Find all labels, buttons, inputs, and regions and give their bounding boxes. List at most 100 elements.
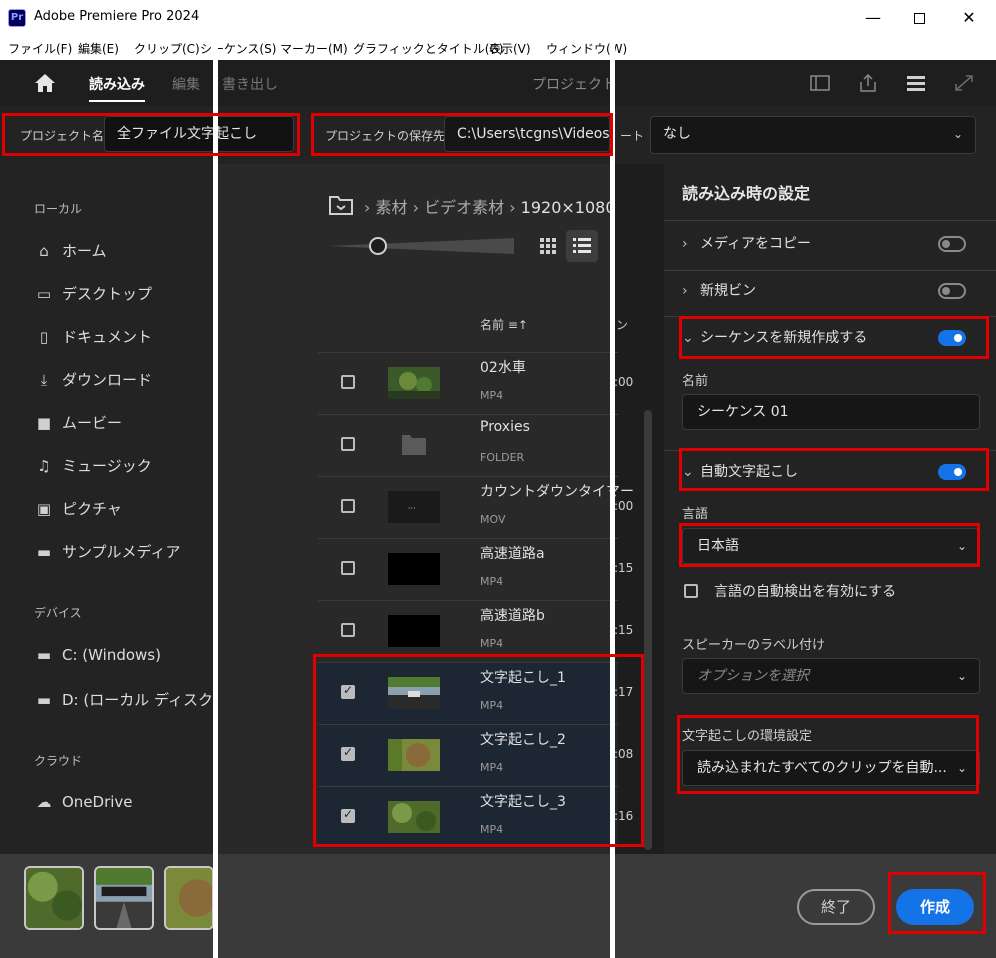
file-checkbox[interactable] bbox=[341, 623, 355, 637]
folder-icon: ▬ bbox=[36, 691, 52, 709]
file-name: 高速道路a bbox=[480, 546, 545, 562]
svg-text:···: ··· bbox=[408, 504, 416, 513]
menu-edit[interactable]: 編集(E) bbox=[78, 40, 119, 57]
new-bin-row[interactable]: › 新規ビン bbox=[682, 280, 982, 304]
file-checkbox-checked[interactable] bbox=[341, 683, 355, 699]
create-button[interactable]: 作成 bbox=[896, 889, 974, 925]
tab-edit[interactable]: 編集 bbox=[172, 74, 200, 94]
selected-clip-thumbnail bbox=[24, 866, 84, 930]
file-row-selected[interactable]: 文字起こし_1 MP4 :17 bbox=[318, 662, 633, 724]
language-dropdown[interactable]: 日本語 ⌄ bbox=[682, 528, 980, 564]
cloud-heading: クラウド bbox=[34, 754, 83, 768]
file-row[interactable]: 02水車 MP4 :00 bbox=[318, 352, 633, 414]
menu-window[interactable]: ウィンドウ(W) bbox=[546, 40, 627, 57]
thumbnail-size-slider[interactable] bbox=[328, 236, 514, 256]
new-sequence-row[interactable]: ⌄ シーケンスを新規作成する bbox=[682, 327, 982, 351]
file-duration: :17 bbox=[614, 685, 634, 699]
sidebar-item-home[interactable]: ⌂ ホーム bbox=[34, 240, 106, 264]
auto-transcribe-row[interactable]: ⌄ 自動文字起こし bbox=[682, 461, 982, 485]
sidebar-item-drive-d[interactable]: ▬ D: (ローカル ディスク) bbox=[34, 689, 219, 713]
sequence-name-label: 名前 bbox=[682, 374, 709, 389]
video-thumbnail bbox=[388, 615, 440, 647]
video-thumbnail bbox=[388, 801, 440, 833]
sidebar-item-sample-media[interactable]: ▬ サンプルメディア bbox=[34, 541, 181, 565]
file-row[interactable]: ··· カウントダウンタイマー MOV :00 bbox=[318, 476, 634, 538]
chevron-down-icon: ⌄ bbox=[956, 539, 967, 553]
chevron-down-icon: ⌄ bbox=[952, 127, 963, 141]
sidebar-item-desktop[interactable]: ▭ デスクトップ bbox=[34, 283, 152, 307]
grid-view-icon[interactable] bbox=[532, 230, 564, 262]
sidebar-item-music[interactable]: ♫ ミュージック bbox=[34, 455, 151, 479]
menu-marker[interactable]: マーカー(M) bbox=[280, 40, 348, 57]
breadcrumb-item-2[interactable]: ビデオ素材 bbox=[424, 198, 504, 217]
breadcrumb-sep-icon: › bbox=[509, 198, 521, 217]
auto-transcribe-toggle[interactable] bbox=[938, 464, 966, 480]
project-name-input[interactable]: 全ファイル文字起こし bbox=[104, 116, 294, 152]
new-bin-toggle[interactable] bbox=[938, 283, 966, 299]
divider bbox=[664, 220, 996, 221]
file-type: MOV bbox=[480, 513, 506, 526]
chevron-right-icon: › bbox=[682, 236, 688, 252]
file-checkbox[interactable] bbox=[341, 561, 355, 575]
panel-icon[interactable] bbox=[810, 74, 830, 92]
transcribe-pref-dropdown[interactable]: 読み込まれたすべてのクリップを自動... ⌄ bbox=[682, 750, 980, 786]
file-checkbox[interactable] bbox=[341, 437, 355, 451]
menu-file[interactable]: ファイル(F) bbox=[8, 40, 72, 57]
sidebar-item-movies[interactable]: ■ ムービー bbox=[34, 412, 122, 436]
video-camera-icon: ■ bbox=[36, 414, 52, 432]
template-dropdown[interactable]: なし ⌄ bbox=[650, 116, 976, 154]
auto-detect-checkbox[interactable] bbox=[684, 584, 698, 598]
menu-view[interactable]: 表示(V) bbox=[489, 40, 531, 57]
speaker-dropdown[interactable]: オプションを選択 ⌄ bbox=[682, 658, 980, 694]
file-row-selected[interactable]: 文字起こし_3 MP4 :16 bbox=[318, 786, 633, 848]
column-header-name[interactable]: 名前 ≡↑ bbox=[480, 316, 528, 333]
exit-button[interactable]: 終了 bbox=[797, 889, 875, 925]
file-duration: :15 bbox=[614, 623, 634, 637]
tab-import[interactable]: 読み込み bbox=[89, 74, 145, 94]
minimize-button[interactable]: — bbox=[850, 0, 896, 36]
home-icon[interactable] bbox=[34, 73, 56, 93]
new-sequence-toggle[interactable] bbox=[938, 330, 966, 346]
file-checkbox-checked[interactable] bbox=[341, 807, 355, 823]
file-checkbox[interactable] bbox=[341, 499, 355, 513]
file-checkbox[interactable] bbox=[341, 375, 355, 389]
file-checkbox-checked[interactable] bbox=[341, 745, 355, 761]
tab-export[interactable]: 書き出し bbox=[222, 74, 278, 94]
copy-media-row[interactable]: › メディアをコピー bbox=[682, 233, 982, 257]
copy-media-toggle[interactable] bbox=[938, 236, 966, 252]
file-duration: :15 bbox=[614, 561, 634, 575]
sidebar-item-drive-c[interactable]: ▬ C: (Windows) bbox=[34, 646, 161, 670]
folder-open-icon[interactable] bbox=[328, 194, 354, 216]
home-icon: ⌂ bbox=[39, 242, 49, 260]
file-row-selected[interactable]: 文字起こし_2 MP4 :08 bbox=[318, 724, 633, 786]
share-icon[interactable] bbox=[858, 74, 878, 92]
list-view-icon[interactable] bbox=[566, 230, 598, 262]
location-sidebar: ローカル ⌂ ホーム ▭ デスクトップ ▯ ドキュメント ⤓ ダウンロード ■ ムービー … bbox=[0, 164, 219, 854]
expand-icon[interactable] bbox=[954, 74, 974, 92]
file-row[interactable]: Proxies FOLDER bbox=[318, 414, 618, 476]
settings-sliders-icon[interactable] bbox=[906, 74, 926, 92]
sidebar-item-pictures[interactable]: ▣ ピクチャ bbox=[34, 498, 122, 522]
file-list-scrollbar[interactable] bbox=[644, 410, 652, 850]
menu-sequence[interactable]: シーケンス(S) bbox=[200, 40, 276, 57]
workspace-header: 読み込み 編集 書き出し プロジェクト bbox=[0, 60, 996, 106]
sequence-name-input[interactable]: シーケンス 01 bbox=[682, 394, 980, 430]
column-header-partial[interactable]: ン bbox=[616, 316, 628, 333]
file-row[interactable]: 高速道路a MP4 :15 bbox=[318, 538, 633, 600]
maximize-button[interactable] bbox=[896, 0, 942, 36]
breadcrumb-item-3[interactable]: 1920×1080 bbox=[521, 198, 616, 217]
breadcrumb-item-1[interactable]: 素材 bbox=[375, 198, 407, 217]
file-duration: :08 bbox=[614, 747, 634, 761]
settings-title: 読み込み時の設定 bbox=[682, 184, 811, 203]
close-button[interactable]: ✕ bbox=[946, 0, 992, 36]
sidebar-item-onedrive[interactable]: ☁ OneDrive bbox=[34, 793, 133, 817]
video-thumbnail bbox=[388, 739, 440, 771]
sidebar-item-downloads[interactable]: ⤓ ダウンロード bbox=[34, 369, 152, 393]
chevron-down-icon: ⌄ bbox=[956, 761, 967, 775]
sidebar-item-documents[interactable]: ▯ ドキュメント bbox=[34, 326, 152, 350]
menu-graphics[interactable]: グラフィックとタイトル(G) bbox=[353, 40, 503, 57]
file-row[interactable]: 高速道路b MP4 :15 bbox=[318, 600, 633, 662]
menu-clip[interactable]: クリップ(C) bbox=[134, 40, 200, 57]
menu-bar: ファイル(F) 編集(E) クリップ(C) シーケンス(S) マーカー(M) グ… bbox=[0, 36, 996, 60]
project-location-input[interactable]: C:\Users\tcgns\Videos\10 bbox=[444, 116, 610, 152]
